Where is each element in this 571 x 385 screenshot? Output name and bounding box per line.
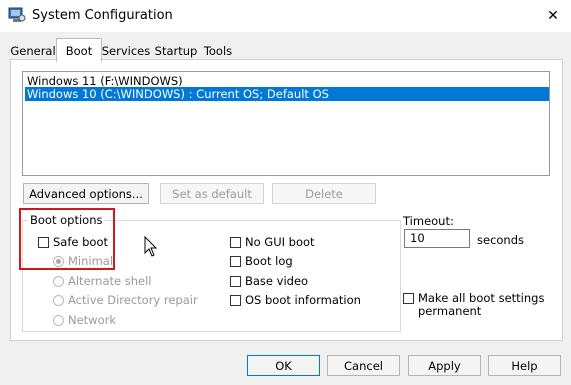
os-boot-information-checkbox[interactable]: OS boot information (230, 293, 361, 307)
radio-alternate-shell[interactable]: Alternate shell (53, 274, 152, 288)
help-button[interactable]: Help (488, 355, 561, 376)
os-list-item-selected[interactable]: Windows 10 (C:\WINDOWS) : Current OS; De… (25, 87, 549, 101)
radio-circle (53, 275, 64, 287)
permanent-label-line1: Make all boot settings (418, 291, 545, 305)
close-icon: ✕ (547, 8, 559, 24)
delete-button[interactable]: Delete (272, 183, 376, 204)
tab-general[interactable]: General (10, 42, 55, 60)
radio-circle (53, 255, 64, 267)
ok-button[interactable]: OK (247, 355, 320, 376)
checkbox-box (230, 294, 241, 306)
radio-dot (56, 258, 61, 264)
set-as-default-button[interactable]: Set as default (160, 183, 264, 204)
tab-boot[interactable]: Boot (56, 38, 102, 62)
timeout-input[interactable]: 10 (404, 229, 470, 248)
os-list-item[interactable]: Windows 11 (F:\WINDOWS) (25, 74, 183, 88)
radio-circle (53, 314, 64, 326)
close-button[interactable]: ✕ (540, 4, 566, 28)
timeout-unit: seconds (477, 233, 525, 247)
no-gui-boot-checkbox[interactable]: No GUI boot (230, 235, 315, 249)
window-title: System Configuration (32, 8, 173, 23)
timeout-label: Timeout: (403, 214, 454, 228)
checkbox-box (230, 275, 241, 287)
make-permanent-checkbox[interactable]: Make all boot settings permanent (403, 292, 544, 318)
radio-circle (53, 294, 64, 306)
system-config-icon (8, 7, 26, 22)
radio-active-directory-repair[interactable]: Active Directory repair (53, 293, 198, 307)
checkbox-box (403, 293, 414, 304)
cancel-button[interactable]: Cancel (327, 355, 400, 376)
radio-network[interactable]: Network (53, 313, 116, 327)
permanent-label-line2: permanent (418, 304, 482, 318)
os-list[interactable]: Windows 11 (F:\WINDOWS) Windows 10 (C:\W… (22, 71, 550, 176)
base-video-checkbox[interactable]: Base video (230, 274, 308, 288)
checkbox-box (230, 236, 241, 248)
safe-boot-checkbox[interactable]: Safe boot (38, 235, 108, 249)
mouse-cursor-icon (144, 236, 158, 257)
checkbox-box (38, 236, 49, 248)
radio-minimal[interactable]: Minimal (53, 254, 113, 268)
advanced-options-button[interactable]: Advanced options... (23, 183, 149, 204)
tab-services[interactable]: Services (102, 42, 151, 60)
boot-log-checkbox[interactable]: Boot log (230, 254, 293, 268)
apply-button[interactable]: Apply (408, 355, 481, 376)
tab-tools[interactable]: Tools (201, 42, 235, 60)
tab-startup[interactable]: Startup (154, 42, 198, 60)
checkbox-box (230, 255, 241, 267)
